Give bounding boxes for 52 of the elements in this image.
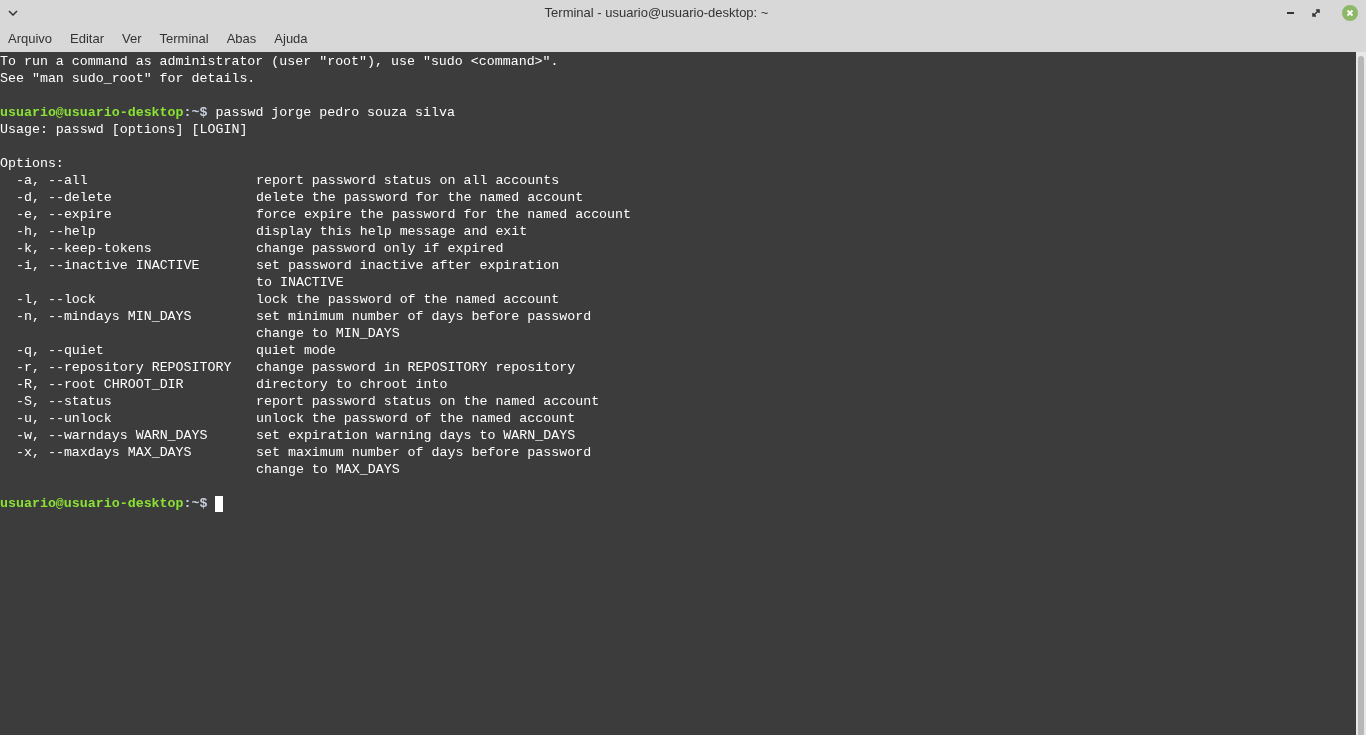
option-label: -n, --mindays MIN_DAYS	[16, 307, 193, 326]
terminal-output-line: See "man sudo_root" for details.	[0, 69, 256, 88]
option-description: to INACTIVE	[256, 273, 344, 292]
option-label: -a, --all	[16, 171, 89, 190]
option-description: change password in REPOSITORY repository	[256, 358, 576, 377]
option-description: set maximum number of days before password	[256, 443, 592, 462]
option-description: directory to chroot into	[256, 375, 448, 394]
menu-item[interactable]: Editar	[70, 29, 105, 49]
option-description: set password inactive after expiration	[256, 256, 560, 275]
prompt-path: :~$	[183, 103, 208, 122]
option-description: set expiration warning days to WARN_DAYS	[256, 426, 576, 445]
scrollbar[interactable]	[1356, 52, 1366, 735]
option-description: force expire the password for the named account	[256, 205, 632, 224]
option-description: report password status on the named account	[256, 392, 600, 411]
option-description: delete the password for the named account	[256, 188, 584, 207]
option-label: -r, --repository REPOSITORY	[16, 358, 233, 377]
menu-item[interactable]: Ver	[122, 29, 142, 49]
prompt-path: :~$	[183, 494, 208, 513]
option-description: unlock the password of the named account	[256, 409, 576, 428]
maximize-icon[interactable]	[1312, 9, 1320, 17]
option-label: -h, --help	[16, 222, 97, 241]
option-label: -l, --lock	[16, 290, 97, 309]
terminal-output-line: Usage: passwd [options] [LOGIN]	[0, 120, 248, 139]
option-label: -q, --quiet	[16, 341, 105, 360]
window-title: Terminal - usuario@usuario-desktop: ~	[544, 4, 769, 23]
menu-item[interactable]: Abas	[226, 29, 257, 49]
prompt-user-host: usuario@usuario-desktop	[0, 103, 184, 122]
option-label: -x, --maxdays MAX_DAYS	[16, 443, 193, 462]
option-description: report password status on all accounts	[256, 171, 560, 190]
option-label: -e, --expire	[16, 205, 113, 224]
option-label: -k, --keep-tokens	[16, 239, 153, 258]
option-label: -R, --root CHROOT_DIR	[16, 375, 185, 394]
option-description: lock the password of the named account	[256, 290, 560, 309]
menu-item[interactable]: Terminal	[159, 29, 209, 49]
option-description: change to MIN_DAYS	[256, 324, 400, 343]
option-description: change password only if expired	[256, 239, 504, 258]
typed-command: passwd jorge pedro souza silva	[215, 103, 455, 122]
terminal-output-line: Options:	[0, 154, 64, 173]
chevron-down-icon[interactable]	[8, 10, 18, 16]
option-description: set minimum number of days before password	[256, 307, 592, 326]
prompt-user-host: usuario@usuario-desktop	[0, 494, 184, 513]
option-description: display this help message and exit	[256, 222, 528, 241]
menu-item[interactable]: Arquivo	[8, 29, 53, 49]
option-label: -d, --delete	[16, 188, 113, 207]
menu-item[interactable]: Ajuda	[274, 29, 308, 49]
option-label: -u, --unlock	[16, 409, 113, 428]
terminal-output-line: To run a command as administrator (user "root"), use "sudo <command>".	[0, 52, 559, 71]
option-description: change to MAX_DAYS	[256, 460, 400, 479]
option-label: -i, --inactive INACTIVE	[16, 256, 201, 275]
option-description: quiet mode	[256, 341, 336, 360]
option-label: -S, --status	[16, 392, 113, 411]
option-label: -w, --warndays WARN_DAYS	[16, 426, 209, 445]
